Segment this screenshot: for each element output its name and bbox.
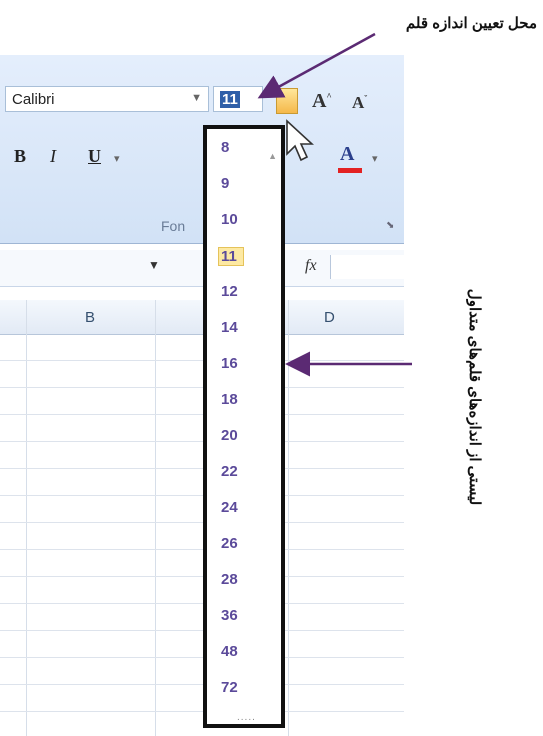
annotation-arrows bbox=[257, 32, 412, 377]
arrow-to-size-box bbox=[257, 32, 376, 99]
